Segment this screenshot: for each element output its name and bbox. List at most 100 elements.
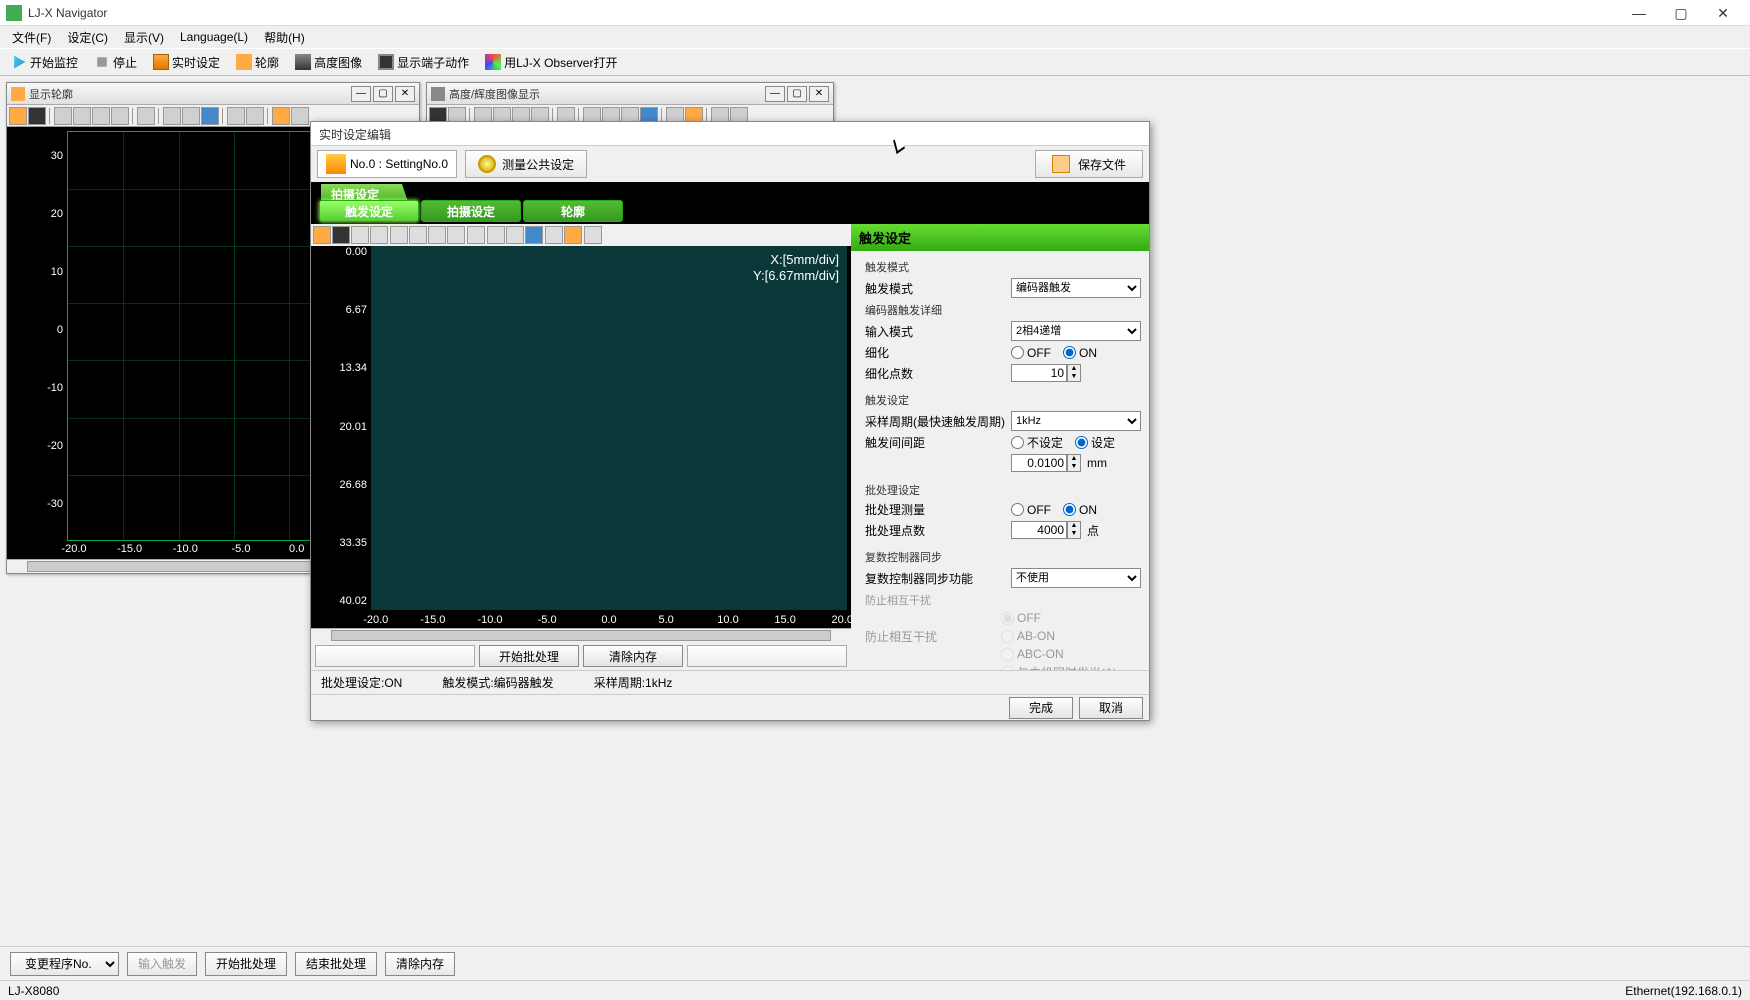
stop-monitor-button[interactable]: 停止 (87, 51, 144, 74)
tool-icon[interactable] (564, 226, 582, 244)
maximize-button[interactable]: ▢ (1660, 2, 1702, 24)
close-button[interactable]: ✕ (1702, 2, 1744, 24)
observer-button[interactable]: 用LJ-X Observer打开 (478, 51, 624, 74)
start-batch-button[interactable]: 开始批处理 (479, 645, 579, 667)
tab-capture[interactable]: 拍摄设定 (421, 200, 521, 222)
height-panel-label: 高度/辉度图像显示 (449, 86, 765, 102)
profile-button[interactable]: 轮廓 (229, 51, 286, 74)
tool-icon[interactable] (487, 226, 505, 244)
stepper-icon[interactable]: ▲▼ (1067, 521, 1081, 539)
tool-icon[interactable] (525, 226, 543, 244)
terminal-button[interactable]: 显示端子动作 (371, 51, 476, 74)
menu-language[interactable]: Language(L) (172, 27, 256, 47)
start-batch-button[interactable]: 开始批处理 (205, 952, 287, 976)
realtime-setting-button[interactable]: 实时设定 (146, 51, 227, 74)
zoom-out-icon[interactable] (409, 226, 427, 244)
zoom-fit-icon[interactable] (428, 226, 446, 244)
refine-on-radio[interactable]: ON (1063, 346, 1097, 360)
tab-trigger[interactable]: 触发设定 (319, 200, 419, 222)
batch-points-input[interactable] (1011, 521, 1067, 539)
batch-points-label: 批处理点数 (865, 522, 1011, 539)
stop-icon (94, 54, 110, 70)
trigger-mode-label: 触发模式 (865, 280, 1011, 297)
height-image-button[interactable]: 高度图像 (288, 51, 369, 74)
zoom-in-icon[interactable] (390, 226, 408, 244)
end-batch-button[interactable]: 结束批处理 (295, 952, 377, 976)
tool-icon[interactable] (246, 107, 264, 125)
menu-file[interactable]: 文件(F) (4, 26, 59, 49)
tool-icon[interactable] (291, 107, 309, 125)
minimize-button[interactable]: — (1618, 2, 1660, 24)
clear-memory-button[interactable]: 清除内存 (583, 645, 683, 667)
batch-meas-label: 批处理测量 (865, 501, 1011, 518)
zoom-in-icon[interactable] (54, 107, 72, 125)
measure-icon[interactable] (227, 107, 245, 125)
profile-panel-icon (11, 87, 25, 101)
tab-profile[interactable]: 轮廓 (523, 200, 623, 222)
panel-close-button[interactable]: ✕ (809, 86, 829, 102)
sample-period-select[interactable]: 1kHz (1011, 411, 1141, 431)
undo-icon[interactable] (137, 107, 155, 125)
tool-icon[interactable] (28, 107, 46, 125)
realtime-setting-dialog: 实时设定编辑 No.0 : SettingNo.0 测量公共设定 保存文件 拍摄… (310, 121, 1150, 721)
tool-icon[interactable] (9, 107, 27, 125)
panel-max-button[interactable]: ▢ (373, 86, 393, 102)
input-mode-select[interactable]: 2相4递增 (1011, 321, 1141, 341)
start-monitor-button[interactable]: 开始监控 (4, 51, 85, 74)
undo-icon[interactable] (467, 226, 485, 244)
panel-max-button[interactable]: ▢ (787, 86, 807, 102)
save-file-button[interactable]: 保存文件 (1035, 150, 1143, 178)
dialog-status: 批处理设定:ON 触发模式:编码器触发 采样周期:1kHz (311, 670, 1149, 694)
batch-on-radio[interactable]: ON (1063, 503, 1097, 517)
tool-icon[interactable] (332, 226, 350, 244)
tool-icon[interactable] (313, 226, 331, 244)
menu-help[interactable]: 帮助(H) (256, 26, 313, 49)
panel-min-button[interactable]: — (351, 86, 371, 102)
zoom-reset-icon[interactable] (447, 226, 465, 244)
zoom-reset-icon[interactable] (111, 107, 129, 125)
dialog-title: 实时设定编辑 (311, 122, 1149, 146)
change-program-select[interactable]: 变更程序No. (10, 952, 119, 976)
zoom-fit-icon[interactable] (92, 107, 110, 125)
realtime-icon (153, 54, 169, 70)
preview-plot[interactable]: X:[5mm/div] Y:[6.67mm/div] 0.00 6.67 13.… (371, 246, 847, 610)
profile-icon (236, 54, 252, 70)
interval-on-radio[interactable]: 设定 (1075, 434, 1115, 451)
stepper-icon[interactable]: ▲▼ (1067, 364, 1081, 382)
program-selector[interactable]: No.0 : SettingNo.0 (317, 150, 457, 178)
tool-icon[interactable] (351, 226, 369, 244)
panel-close-button[interactable]: ✕ (395, 86, 415, 102)
tool-icon[interactable] (272, 107, 290, 125)
workspace: 显示轮廓 — ▢ ✕ X:[ Z:[ 30 20 10 0 -10 (0, 76, 1750, 946)
tool-icon[interactable] (182, 107, 200, 125)
ok-button[interactable]: 完成 (1009, 697, 1073, 719)
clear-memory-button[interactable]: 清除内存 (385, 952, 455, 976)
interval-off-radio[interactable]: 不设定 (1011, 434, 1063, 451)
measure-common-button[interactable]: 测量公共设定 (465, 150, 587, 178)
refine-off-radio[interactable]: OFF (1011, 346, 1051, 360)
refine-points-input[interactable] (1011, 364, 1067, 382)
status-model: LJ-X8080 (8, 984, 59, 998)
tool-icon[interactable] (370, 226, 388, 244)
menu-display[interactable]: 显示(V) (116, 26, 172, 49)
sample-period-label: 采样周期(最快速触发周期) (865, 413, 1011, 430)
height-panel-icon (431, 87, 445, 101)
tool-icon[interactable] (201, 107, 219, 125)
trigger-mode-select[interactable]: 编码器触发 (1011, 278, 1141, 298)
sync-select[interactable]: 不使用 (1011, 568, 1141, 588)
batch-off-radio[interactable]: OFF (1011, 503, 1051, 517)
status-slot (687, 645, 847, 667)
tool-icon[interactable] (506, 226, 524, 244)
zoom-out-icon[interactable] (73, 107, 91, 125)
stepper-icon[interactable]: ▲▼ (1067, 454, 1081, 472)
cancel-button[interactable]: 取消 (1079, 697, 1143, 719)
preview-scrollbar[interactable] (311, 628, 851, 642)
measure-icon[interactable] (545, 226, 563, 244)
menu-setting[interactable]: 设定(C) (59, 26, 116, 49)
tool-icon[interactable] (163, 107, 181, 125)
interval-value-input[interactable] (1011, 454, 1067, 472)
status-trigger: 触发模式:编码器触发 (442, 674, 553, 691)
tool-icon[interactable] (584, 226, 602, 244)
panel-min-button[interactable]: — (765, 86, 785, 102)
play-icon (11, 54, 27, 70)
